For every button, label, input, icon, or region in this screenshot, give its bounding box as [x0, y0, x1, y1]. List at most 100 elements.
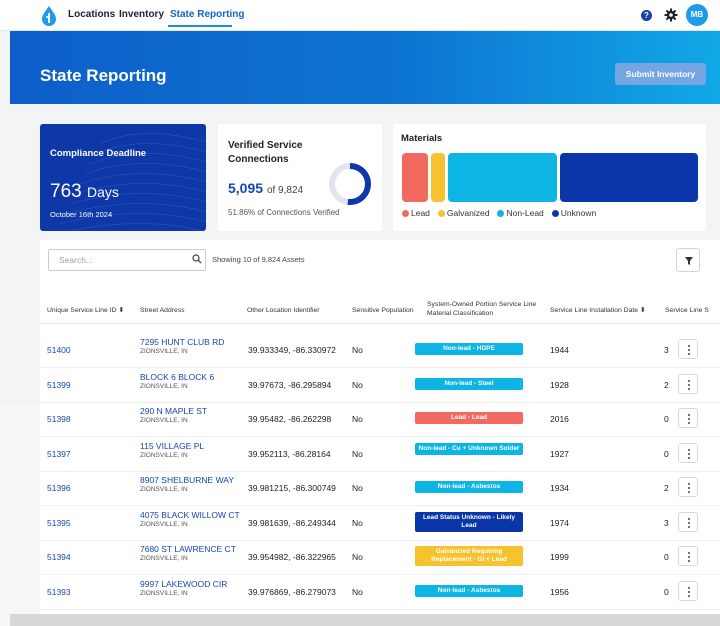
street-address[interactable]: 290 N MAPLE ST ZIONSVILLE, IN — [140, 406, 207, 424]
col-street-address[interactable]: Street Address — [140, 306, 185, 315]
days-unit: Days — [86, 184, 119, 200]
service-line-id[interactable]: 51395 — [47, 518, 71, 528]
deadline-date: October 16th 2024 — [50, 210, 113, 219]
street-line[interactable]: 8907 SHELBURNE WAY — [140, 475, 234, 485]
city-line: ZIONSVILLE, IN — [140, 452, 188, 459]
row-menu-button[interactable] — [678, 477, 698, 497]
nav-inventory[interactable]: Inventory — [119, 9, 164, 20]
service-line-id[interactable]: 51399 — [47, 380, 71, 390]
row-menu-button[interactable] — [678, 546, 698, 566]
street-line[interactable]: BLOCK 6 BLOCK 6 — [140, 372, 214, 382]
service-line-status-value: 3 — [664, 518, 669, 528]
materials-legend: Lead Galvanized Non-Lead Unknown — [402, 208, 600, 218]
verified-count: 5,095 of 9,824 — [228, 180, 303, 196]
row-menu-button[interactable] — [678, 339, 698, 359]
col-service-line-id[interactable]: Unique Service Line ID ⬍ — [47, 306, 124, 315]
street-line[interactable]: 9997 LAKEWOOD CIR — [140, 579, 227, 589]
location-identifier: 39.933349, -86.330972 — [248, 345, 336, 355]
nav-state-reporting[interactable]: State Reporting — [170, 9, 244, 20]
sensitive-population: No — [352, 483, 363, 493]
col-installation-date[interactable]: Service Line Installation Date ⬍ — [550, 306, 646, 315]
legend-label: Unknown — [560, 208, 597, 218]
street-address[interactable]: 7295 HUNT CLUB RD ZIONSVILLE, IN — [140, 337, 224, 355]
col-other-location[interactable]: Other Location Identifier — [247, 306, 320, 315]
street-address[interactable]: 9997 LAKEWOOD CIR ZIONSVILLE, IN — [140, 579, 227, 597]
header-divider — [40, 323, 720, 324]
installation-year: 2016 — [550, 414, 569, 424]
verified-title: Verified Service Connections — [228, 140, 303, 165]
service-line-status-value: 3 — [664, 345, 669, 355]
row-divider — [40, 540, 720, 541]
service-line-id[interactable]: 51400 — [47, 345, 71, 355]
row-menu-button[interactable] — [678, 512, 698, 532]
help-icon[interactable]: ? — [641, 10, 652, 21]
water-drop-logo-icon[interactable] — [40, 5, 58, 27]
street-address[interactable]: 4075 BLACK WILLOW CT ZIONSVILLE, IN — [140, 510, 240, 528]
col-material-classification[interactable]: System-Owned Portion Service Line Materi… — [427, 300, 552, 318]
filter-button[interactable] — [676, 248, 700, 272]
sensitive-population: No — [352, 380, 363, 390]
material-badge: Non-lead - Cu + Unknown Solder — [415, 443, 523, 455]
street-line[interactable]: 290 N MAPLE ST — [140, 406, 207, 416]
street-address[interactable]: 8907 SHELBURNE WAY ZIONSVILLE, IN — [140, 475, 234, 493]
row-menu-button[interactable] — [678, 443, 698, 463]
sensitive-population: No — [352, 449, 363, 459]
left-gutter — [0, 404, 40, 626]
user-avatar[interactable]: MB — [686, 4, 708, 26]
col-service-line-status[interactable]: Service Line S — [665, 306, 709, 315]
street-line[interactable]: 7680 ST LAWRENCE CT — [140, 544, 236, 554]
top-nav: Locations Inventory State Reporting ? MB — [0, 0, 720, 31]
sensitive-population: No — [352, 414, 363, 424]
col-sensitive-population[interactable]: Sensitive Population — [352, 306, 414, 315]
street-line[interactable]: 7295 HUNT CLUB RD — [140, 337, 224, 347]
page-header-band: State Reporting Submit Inventory — [10, 31, 720, 104]
city-line: ZIONSVILLE, IN — [140, 590, 188, 597]
street-address[interactable]: 115 VILLAGE PL ZIONSVILLE, IN — [140, 441, 204, 459]
service-line-id[interactable]: 51397 — [47, 449, 71, 459]
material-badge: Non-lead - Steel — [415, 378, 523, 390]
gear-icon[interactable] — [664, 8, 678, 22]
verified-donut-chart — [329, 163, 371, 205]
compliance-deadline-card: Compliance Deadline 763 Days October 16t… — [40, 124, 206, 231]
street-line[interactable]: 4075 BLACK WILLOW CT — [140, 510, 240, 520]
location-identifier: 39.981215, -86.300749 — [248, 483, 336, 493]
service-line-id[interactable]: 51393 — [47, 587, 71, 597]
row-menu-button[interactable] — [678, 374, 698, 394]
verified-total: of 9,824 — [266, 185, 304, 196]
row-menu-button[interactable] — [678, 408, 698, 428]
street-line[interactable]: 115 VILLAGE PL — [140, 441, 204, 451]
verified-number: 5,095 — [228, 180, 264, 196]
search-icon[interactable] — [192, 254, 202, 264]
row-divider — [40, 436, 720, 437]
row-divider — [40, 471, 720, 472]
city-line: ZIONSVILLE, IN — [140, 348, 188, 355]
location-identifier: 39.95482, -86.262298 — [248, 414, 332, 424]
location-identifier: 39.954982, -86.322965 — [248, 552, 336, 562]
location-identifier: 39.952113, -86.28164 — [248, 449, 331, 459]
material-badge: Non-lead - Asbestos — [415, 481, 523, 493]
city-line: ZIONSVILLE, IN — [140, 417, 188, 424]
material-badge: Non-lead - Asbestos — [415, 585, 523, 597]
service-line-id[interactable]: 51396 — [47, 483, 71, 493]
nav-locations[interactable]: Locations — [68, 9, 115, 20]
service-line-status-value: 0 — [664, 414, 669, 424]
service-line-id[interactable]: 51394 — [47, 552, 71, 562]
material-bar-unknown — [560, 153, 698, 202]
row-menu-button[interactable] — [678, 581, 698, 601]
service-line-id[interactable]: 51398 — [47, 414, 71, 424]
materials-card: Materials Lead Galvanized Non-Lead Unknown — [393, 124, 706, 231]
horizontal-scrollbar[interactable] — [10, 614, 720, 626]
material-badge: Galvanized Requiring Replacement - GI + … — [415, 546, 523, 566]
service-line-status-value: 2 — [664, 380, 669, 390]
row-divider — [40, 574, 720, 575]
city-line: ZIONSVILLE, IN — [140, 383, 188, 390]
legend-label: Lead — [411, 208, 430, 218]
material-badge: Lead - Lead — [415, 412, 523, 424]
sensitive-population: No — [352, 552, 363, 562]
installation-year: 1956 — [550, 587, 569, 597]
location-identifier: 39.976869, -86.279073 — [248, 587, 336, 597]
search-input[interactable] — [48, 249, 206, 271]
street-address[interactable]: BLOCK 6 BLOCK 6 ZIONSVILLE, IN — [140, 372, 214, 390]
street-address[interactable]: 7680 ST LAWRENCE CT ZIONSVILLE, IN — [140, 544, 236, 562]
submit-inventory-button[interactable]: Submit Inventory — [615, 63, 706, 85]
